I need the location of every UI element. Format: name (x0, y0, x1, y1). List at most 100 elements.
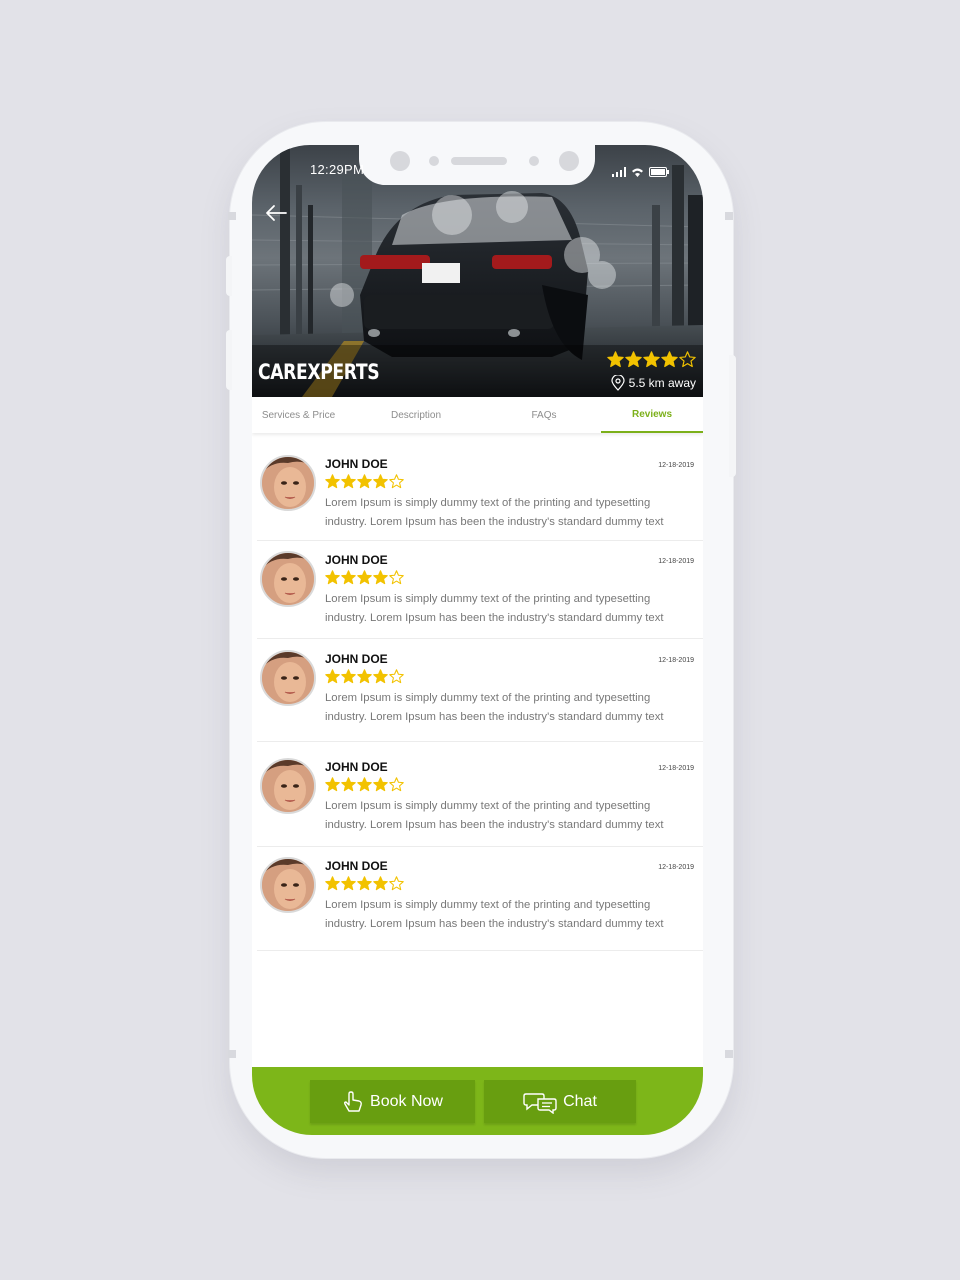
star-filled-icon (357, 474, 372, 489)
review-rating (325, 669, 404, 684)
star-filled-icon (341, 876, 356, 891)
star-filled-icon (325, 669, 340, 684)
back-button[interactable] (264, 203, 290, 225)
review-text-line: industry. Lorem Ipsum has been the indus… (325, 711, 664, 723)
status-time: 12:29PM (310, 162, 365, 177)
review-text-line: Lorem Ipsum is simply dummy text of the … (325, 497, 651, 509)
star-filled-icon (341, 474, 356, 489)
review-text: Lorem Ipsum is simply dummy text of the … (325, 896, 697, 934)
star-empty-icon (389, 876, 404, 891)
review-text-line: industry. Lorem Ipsum has been the indus… (325, 918, 664, 930)
reviewer-name: JOHN DOE (325, 457, 388, 471)
tab-faqs[interactable]: FAQs (487, 397, 601, 433)
star-filled-icon (357, 777, 372, 792)
review-date: 12-18-2019 (658, 558, 694, 565)
front-camera (559, 151, 579, 171)
review-date: 12-18-2019 (658, 462, 694, 469)
avatar-face (262, 859, 314, 911)
reviewer-avatar (260, 551, 316, 607)
star-filled-icon (661, 351, 678, 368)
star-filled-icon (373, 474, 388, 489)
review-text: Lorem Ipsum is simply dummy text of the … (325, 689, 697, 727)
arrow-left-icon (266, 205, 287, 221)
star-empty-icon (389, 669, 404, 684)
review-text: Lorem Ipsum is simply dummy text of the … (325, 494, 697, 532)
frame-dot (228, 212, 236, 220)
review-item: JOHN DOE 12-18-2019 Lorem Ipsum is simpl… (257, 551, 703, 639)
reviewer-name: JOHN DOE (325, 652, 388, 666)
power-button (729, 355, 736, 477)
reviewer-name: JOHN DOE (325, 760, 388, 774)
sensor-dot (529, 156, 539, 166)
star-filled-icon (607, 351, 624, 368)
app-screen: 12:29PM CAREXPERTS 5.5 km away Services … (252, 145, 703, 1135)
battery-icon (649, 167, 669, 177)
location-pin-icon (611, 375, 625, 391)
chat-bubbles-icon (523, 1092, 557, 1114)
review-text-line: industry. Lorem Ipsum has been the indus… (325, 516, 664, 528)
star-empty-icon (389, 777, 404, 792)
star-filled-icon (357, 669, 372, 684)
tab-reviews[interactable]: Reviews (601, 397, 703, 433)
star-empty-icon (679, 351, 696, 368)
star-empty-icon (389, 474, 404, 489)
reviewer-avatar (260, 650, 316, 706)
review-date: 12-18-2019 (658, 657, 694, 664)
tap-hand-icon (344, 1090, 362, 1112)
chat-label: Chat (563, 1092, 597, 1110)
business-name: CAREXPERTS (258, 360, 380, 384)
star-filled-icon (357, 570, 372, 585)
distance-label: 5.5 km away (611, 375, 696, 391)
review-item: JOHN DOE 12-18-2019 Lorem Ipsum is simpl… (257, 650, 703, 742)
review-text-line: Lorem Ipsum is simply dummy text of the … (325, 593, 651, 605)
star-filled-icon (341, 570, 356, 585)
frame-dot (228, 1050, 236, 1058)
status-icons (612, 165, 669, 177)
earpiece-speaker (451, 157, 507, 165)
star-filled-icon (341, 669, 356, 684)
reviewer-avatar (260, 455, 316, 511)
review-date: 12-18-2019 (658, 765, 694, 772)
avatar-face (262, 457, 314, 509)
star-filled-icon (325, 570, 340, 585)
review-text-line: Lorem Ipsum is simply dummy text of the … (325, 692, 651, 704)
avatar-face (262, 760, 314, 812)
review-text: Lorem Ipsum is simply dummy text of the … (325, 797, 697, 835)
star-filled-icon (373, 669, 388, 684)
avatar-face (262, 553, 314, 605)
hero-rating (607, 351, 696, 368)
reviewer-name: JOHN DOE (325, 553, 388, 567)
review-rating (325, 474, 404, 489)
star-filled-icon (357, 876, 372, 891)
review-text-line: industry. Lorem Ipsum has been the indus… (325, 612, 664, 624)
book-now-button[interactable]: Book Now (310, 1080, 475, 1123)
distance-text: 5.5 km away (628, 376, 696, 390)
avatar-face (262, 652, 314, 704)
reviewer-avatar (260, 758, 316, 814)
star-filled-icon (325, 876, 340, 891)
review-item: JOHN DOE 12-18-2019 Lorem Ipsum is simpl… (257, 758, 703, 847)
review-rating (325, 876, 404, 891)
volume-up-button (226, 256, 232, 296)
sensor-dot (429, 156, 439, 166)
volume-down-button (226, 330, 232, 390)
phone-notch (359, 145, 595, 185)
review-text-line: industry. Lorem Ipsum has been the indus… (325, 819, 664, 831)
tab-description[interactable]: Description (345, 397, 487, 433)
star-filled-icon (643, 351, 660, 368)
hero-banner: 12:29PM CAREXPERTS 5.5 km away (252, 145, 703, 397)
review-text: Lorem Ipsum is simply dummy text of the … (325, 590, 697, 628)
tab-services-price[interactable]: Services & Price (252, 397, 345, 433)
book-now-label: Book Now (370, 1092, 443, 1110)
signal-icon (612, 167, 626, 177)
review-rating (325, 570, 404, 585)
star-filled-icon (625, 351, 642, 368)
star-filled-icon (373, 570, 388, 585)
chat-button[interactable]: Chat (484, 1080, 636, 1123)
tab-bar: Services & Price Description FAQs Review… (252, 397, 703, 433)
star-filled-icon (325, 777, 340, 792)
reviewer-avatar (260, 857, 316, 913)
review-rating (325, 777, 404, 792)
frame-dot (725, 212, 733, 220)
review-item: JOHN DOE 12-18-2019 Lorem Ipsum is simpl… (257, 857, 703, 951)
